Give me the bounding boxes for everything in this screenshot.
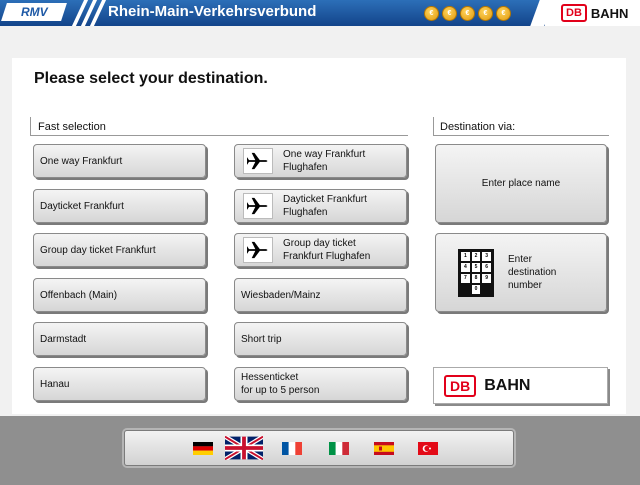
button-label: Hessenticket for up to 5 person: [241, 371, 319, 397]
button-label-line2: destination: [508, 267, 557, 278]
button-label-line2: for up to 5 person: [241, 385, 320, 396]
button-label: Dayticket Frankfurt Flughafen: [283, 193, 367, 219]
button-label: Enter destination number: [508, 253, 556, 292]
button-label-line1: Hessenticket: [241, 372, 299, 383]
header-title: Rhein-Main-Verkehrsverbund: [108, 3, 317, 20]
short-trip-button[interactable]: Short trip: [234, 322, 407, 356]
db-logo-box: DB: [561, 4, 587, 22]
button-label-line2: Flughafen: [283, 162, 328, 173]
button-label-line2: Frankfurt Flughafen: [283, 251, 371, 262]
header-stripes: [71, 0, 107, 26]
hessenticket-button[interactable]: Hessenticket for up to 5 person: [234, 367, 407, 401]
button-label: Hanau: [40, 378, 70, 390]
one-way-frankfurt-button[interactable]: One way Frankfurt: [33, 144, 206, 178]
spanish-flag-icon[interactable]: [374, 442, 394, 455]
wiesbaden-mainz-button[interactable]: Wiesbaden/Mainz: [234, 278, 407, 312]
hanau-button[interactable]: Hanau: [33, 367, 206, 401]
offenbach-button[interactable]: Offenbach (Main): [33, 278, 206, 312]
coin-icon: €: [496, 6, 511, 21]
db-logo-word: BAHN: [484, 376, 531, 394]
keypad-key: 9: [482, 273, 491, 283]
destination-via-label: Destination via:: [440, 121, 516, 133]
keypad-key: 3: [482, 251, 491, 261]
enter-destination-number-button[interactable]: 1 2 3 4 5 6 7 8 9 0 Enter destination nu…: [435, 233, 607, 312]
dayticket-frankfurt-airport-button[interactable]: Dayticket Frankfurt Flughafen: [234, 189, 407, 223]
fast-selection-label: Fast selection: [38, 121, 106, 133]
button-label: Group day ticket Frankfurt Flughafen: [283, 237, 370, 263]
divider: [30, 117, 31, 135]
keypad-key: 2: [471, 251, 481, 261]
button-label: Darmstadt: [40, 333, 87, 345]
keypad-key: 0: [471, 284, 481, 294]
keypad-key: 7: [461, 273, 470, 283]
dayticket-frankfurt-button[interactable]: Dayticket Frankfurt: [33, 189, 206, 223]
german-flag-icon[interactable]: [193, 442, 213, 455]
keypad-key: 6: [482, 262, 491, 272]
airplane-icon: [243, 193, 273, 219]
divider: [433, 117, 434, 135]
keypad-key: 8: [471, 273, 481, 283]
group-day-ticket-frankfurt-airport-button[interactable]: Group day ticket Frankfurt Flughafen: [234, 233, 407, 267]
italian-flag-icon[interactable]: [329, 442, 349, 455]
coin-icons: € € € € €: [424, 6, 511, 21]
button-label-line1: Enter: [508, 254, 532, 265]
keypad-icon: 1 2 3 4 5 6 7 8 9 0: [458, 248, 494, 297]
coin-icon: €: [460, 6, 475, 21]
button-label-line1: Group day ticket: [283, 238, 356, 249]
keypad-key: [461, 284, 470, 294]
button-label: Short trip: [241, 333, 282, 345]
airplane-icon: [243, 237, 273, 263]
button-label-line2: Flughafen: [283, 207, 328, 218]
darmstadt-button[interactable]: Darmstadt: [33, 322, 206, 356]
page-title: Please select your destination.: [34, 70, 268, 87]
keypad-key: 1: [461, 251, 470, 261]
button-label: Dayticket Frankfurt: [40, 200, 124, 212]
top-header-bar: RMV Rhein-Main-Verkehrsverbund € € € € €…: [0, 0, 640, 26]
coin-icon: €: [442, 6, 457, 21]
button-label-line1: Dayticket Frankfurt: [283, 194, 367, 205]
language-bar: [124, 430, 514, 466]
button-label: Enter place name: [481, 178, 561, 189]
button-label-line3: number: [508, 280, 542, 291]
airplane-icon: [243, 148, 273, 174]
rmv-logo-text: RMV: [20, 5, 48, 19]
db-bahn-logo: DB BAHN: [433, 367, 608, 404]
db-logo-word: BAHN: [590, 5, 629, 21]
enter-place-name-button[interactable]: Enter place name: [435, 144, 607, 223]
coin-icon: €: [424, 6, 439, 21]
keypad-key: 4: [461, 262, 470, 272]
keypad-key: 5: [471, 262, 481, 272]
button-label: One way Frankfurt: [40, 155, 123, 167]
french-flag-icon[interactable]: [282, 442, 302, 455]
divider: [30, 135, 408, 136]
db-logo-box: DB: [444, 374, 477, 397]
turkish-flag-icon[interactable]: [418, 442, 438, 455]
divider: [433, 135, 609, 136]
button-label: Wiesbaden/Mainz: [241, 289, 321, 301]
db-bahn-header-logo: DB BAHN: [545, 0, 640, 26]
button-label: Offenbach (Main): [40, 289, 118, 301]
rmv-logo: RMV: [1, 3, 67, 21]
group-day-ticket-frankfurt-button[interactable]: Group day ticket Frankfurt: [33, 233, 206, 267]
one-way-frankfurt-airport-button[interactable]: One way Frankfurt Flughafen: [234, 144, 407, 178]
english-flag-icon[interactable]: [225, 436, 263, 460]
button-label: One way Frankfurt Flughafen: [283, 148, 365, 174]
coin-icon: €: [478, 6, 493, 21]
button-label: Group day ticket Frankfurt: [40, 244, 156, 256]
keypad-key: [482, 284, 491, 294]
button-label-line1: One way Frankfurt: [283, 149, 366, 160]
